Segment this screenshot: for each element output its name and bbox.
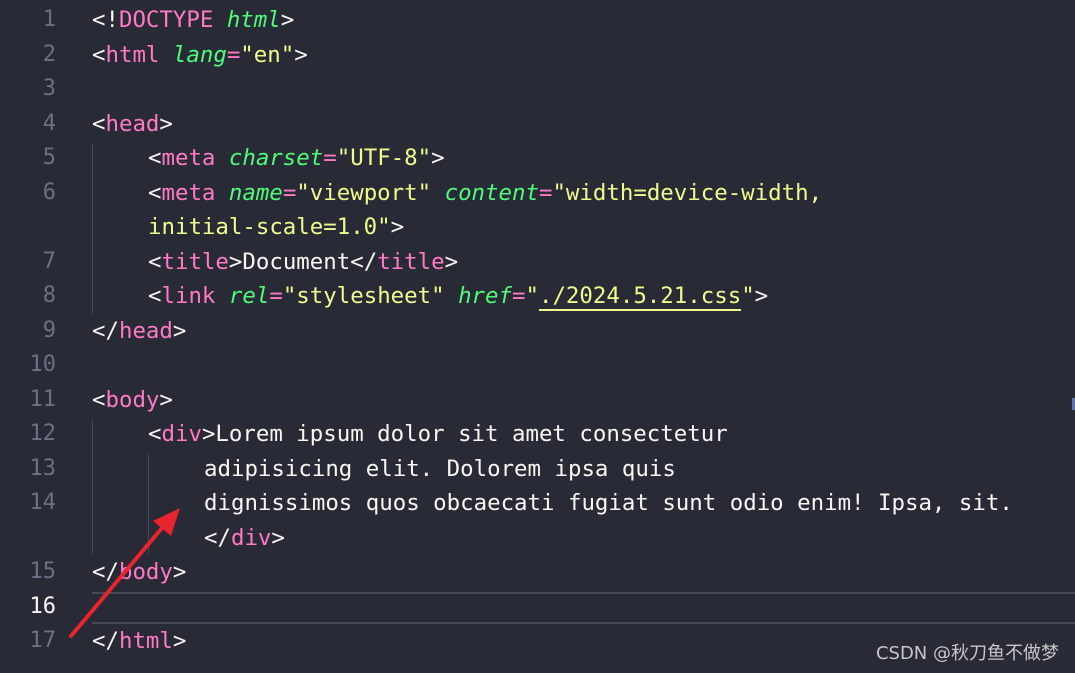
code-editor[interactable]: 1 2 3 4 5 6 7 8 9 10 11 12 13 14 15 16 1… xyxy=(0,0,1075,673)
red-arrow-icon xyxy=(69,508,180,638)
watermark: CSDN @秋刀鱼不做梦 xyxy=(875,643,1059,664)
